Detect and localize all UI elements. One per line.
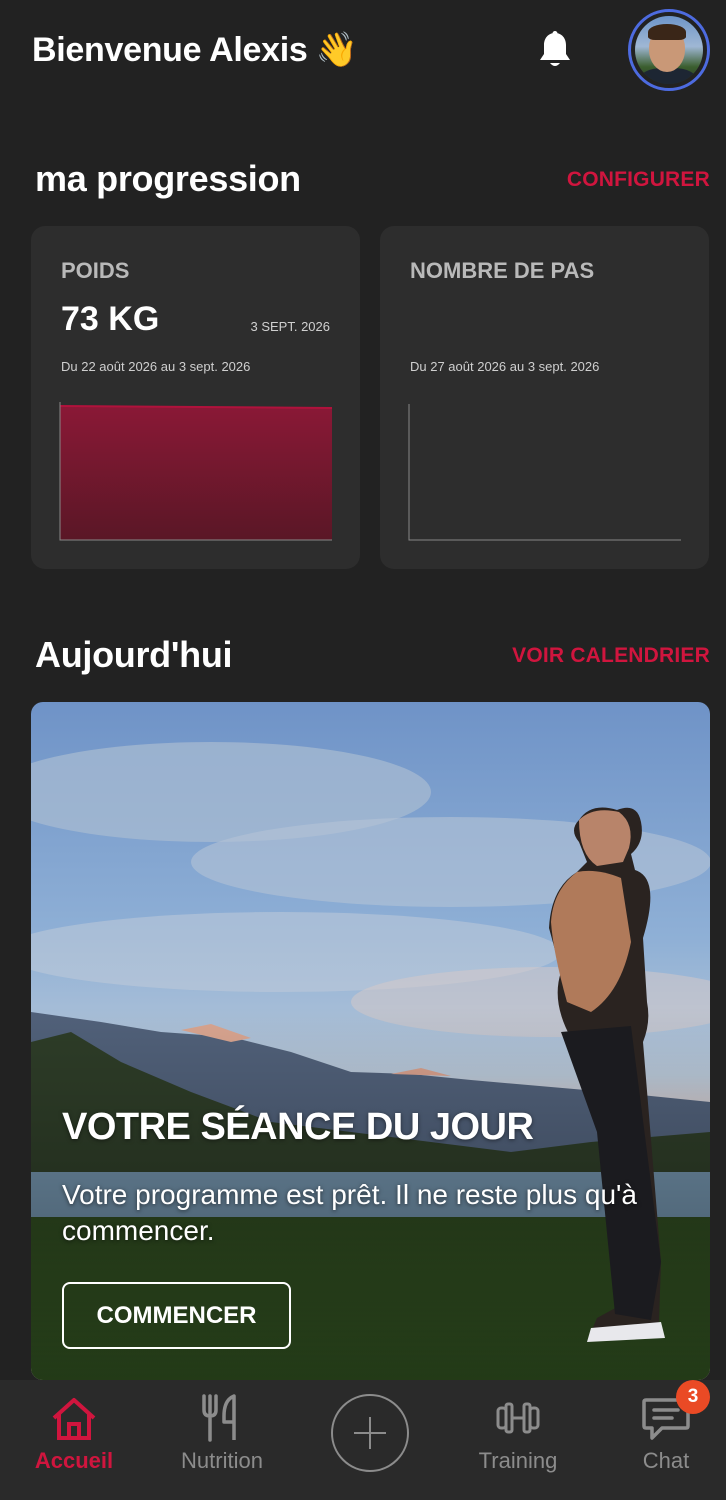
nav-label-training: Training [478, 1448, 558, 1473]
steps-chart [408, 404, 681, 541]
progression-title: ma progression [35, 158, 301, 199]
bottom-navigation: Accueil Nutrition Training Chat [0, 1380, 726, 1500]
weight-chart [59, 402, 333, 541]
home-icon [52, 1398, 96, 1440]
steps-card[interactable]: NOMBRE DE PAS Du 27 août 2026 au 3 sept.… [380, 226, 709, 569]
bell-icon[interactable] [536, 30, 574, 72]
add-button[interactable] [331, 1394, 409, 1472]
wave-emoji: 👋 [315, 31, 358, 69]
nav-item-training[interactable]: Training [458, 1392, 578, 1474]
session-photo [31, 702, 710, 1380]
today-title: Aujourd'hui [35, 634, 233, 675]
app-header: Bienvenue Alexis 👋 [0, 0, 726, 110]
weight-date-range: Du 22 août 2026 au 3 sept. 2026 [61, 359, 251, 374]
dumbbell-icon [496, 1402, 540, 1434]
fork-knife-icon [202, 1394, 236, 1442]
avatar[interactable] [628, 9, 710, 91]
weight-card[interactable]: POIDS 73 KG 3 SEPT. 2026 Du 22 août 2026… [31, 226, 360, 569]
configure-link[interactable]: CONFIGURER [567, 168, 710, 192]
greeting: Bienvenue Alexis 👋 [32, 30, 358, 70]
plus-icon [354, 1417, 386, 1449]
nav-label-home: Accueil [34, 1448, 114, 1473]
nav-label-nutrition: Nutrition [181, 1448, 263, 1473]
session-title: VOTRE SÉANCE DU JOUR [62, 1106, 534, 1148]
weight-card-title: POIDS [61, 258, 130, 283]
greeting-text: Bienvenue Alexis [32, 30, 308, 69]
daily-session-card[interactable]: VOTRE SÉANCE DU JOUR Votre programme est… [31, 702, 710, 1380]
weight-date: 3 SEPT. 2026 [250, 319, 331, 334]
weight-area [60, 406, 332, 540]
avatar-photo [635, 16, 703, 84]
nav-item-home[interactable]: Accueil [14, 1392, 134, 1474]
chat-badge: 3 [676, 1380, 710, 1414]
nav-item-nutrition[interactable]: Nutrition [162, 1392, 282, 1474]
nav-label-chat: Chat [642, 1448, 690, 1473]
start-button[interactable]: COMMENCER [62, 1282, 291, 1349]
session-description: Votre programme est prêt. Il ne reste pl… [62, 1179, 637, 1246]
calendar-link[interactable]: VOIR CALENDRIER [512, 644, 710, 668]
steps-axes [408, 404, 681, 541]
steps-date-range: Du 27 août 2026 au 3 sept. 2026 [410, 359, 600, 374]
steps-card-title: NOMBRE DE PAS [410, 258, 595, 283]
weight-value: 73 KG [61, 300, 160, 338]
